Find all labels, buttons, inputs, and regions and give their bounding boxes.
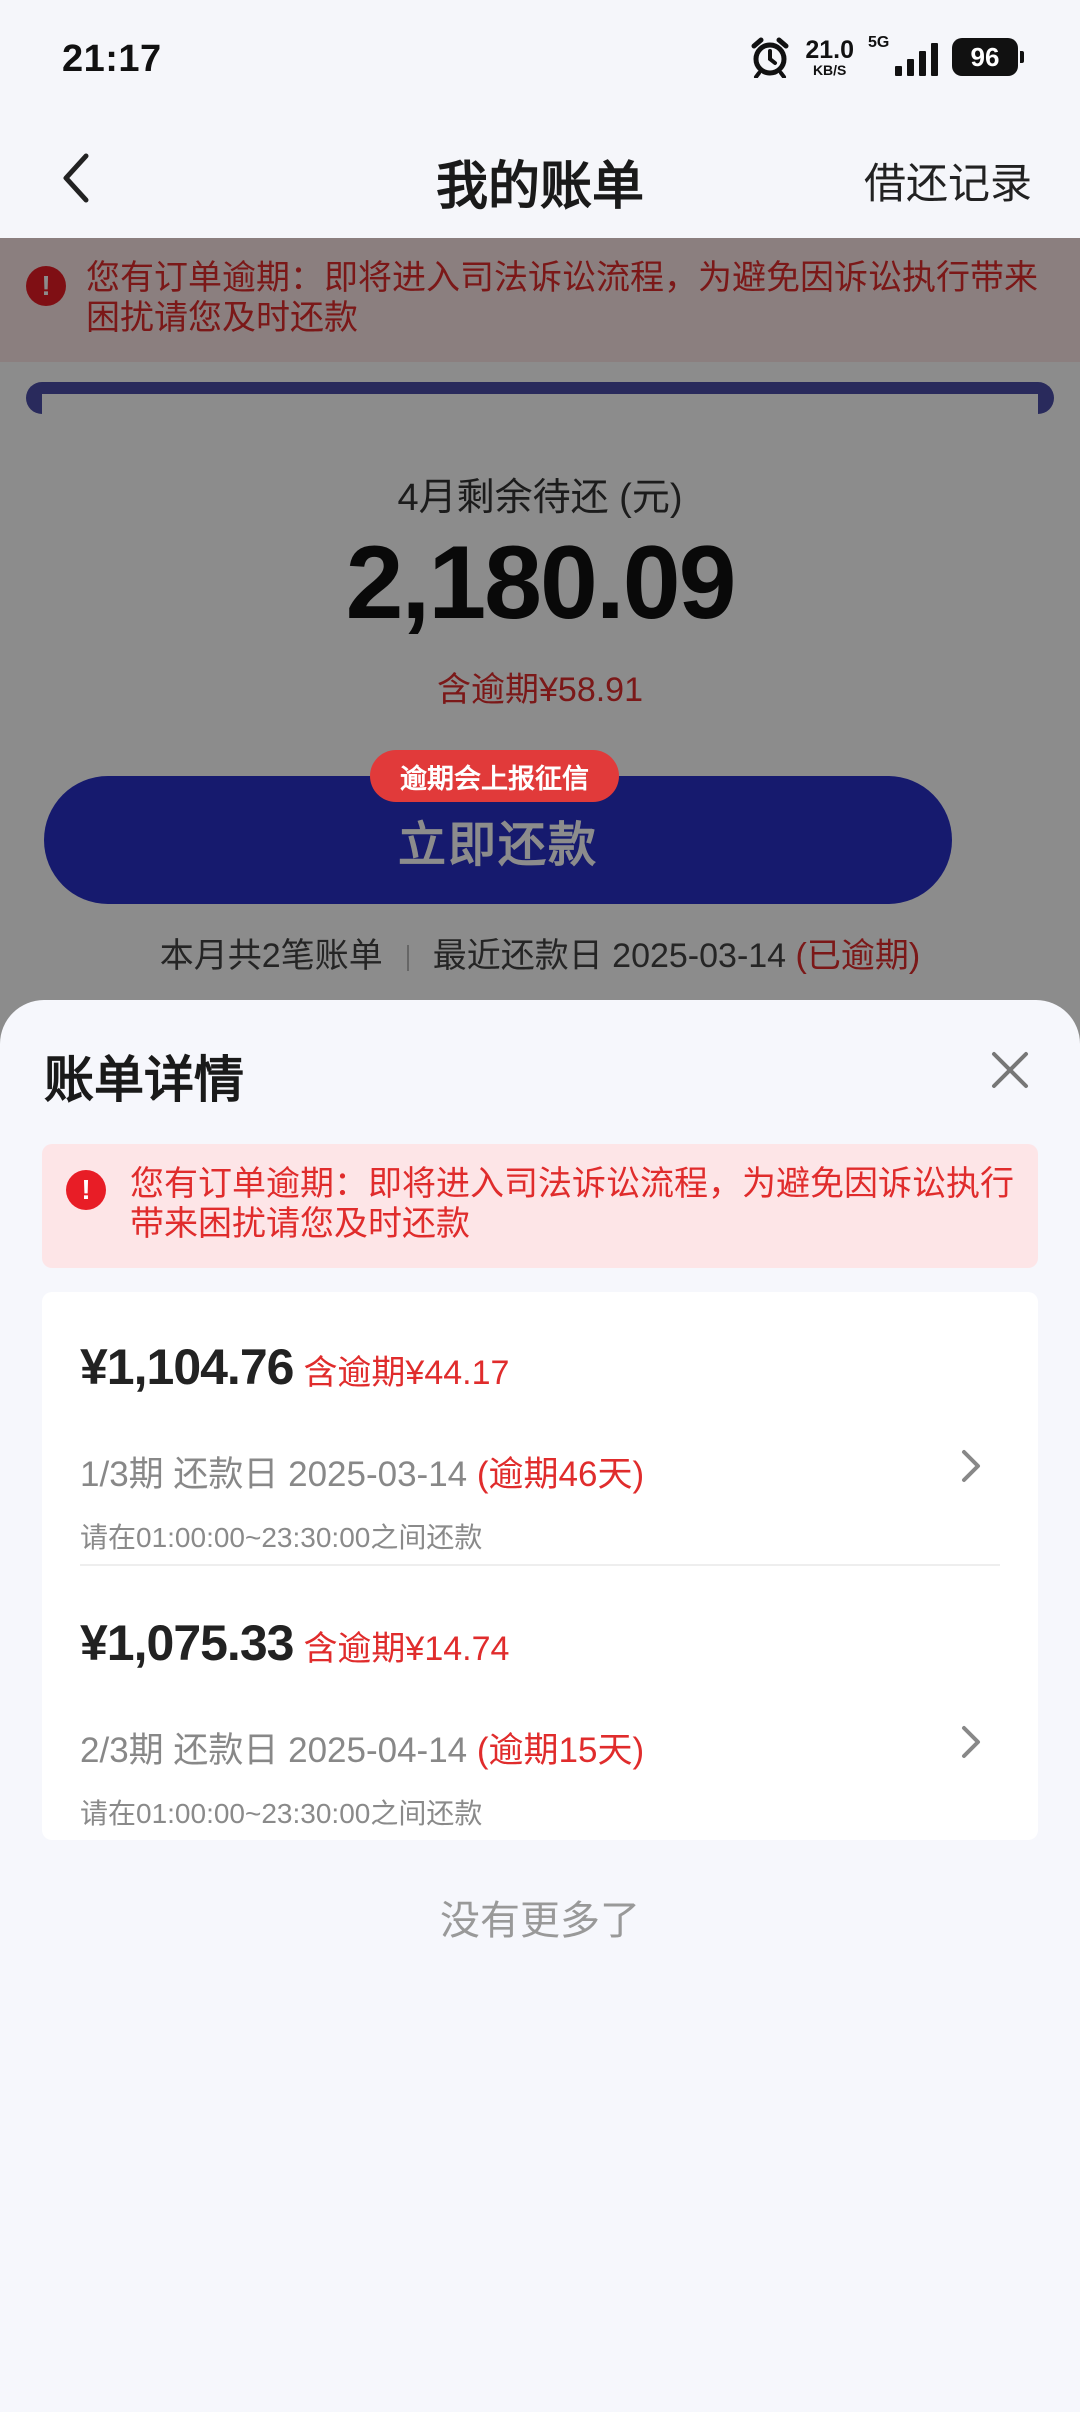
bill-repay-window: 请在01:00:00~23:30:00之间还款 <box>80 1522 483 1553</box>
warning-icon: ! <box>66 1170 106 1210</box>
bill-overdue-days: (逾期46天) <box>476 1455 645 1494</box>
bill-overdue-days: (逾期15天) <box>476 1731 645 1770</box>
bill-item[interactable]: ¥1,075.33 含逾期¥14.74 2/3期 还款日 2025-04-14 … <box>80 1614 1000 1864</box>
bill-detail-sheet: 账单详情 ! 您有订单逾期：即将进入司法诉讼流程，为避免因诉讼执行带来困扰请您及… <box>0 1000 1080 2412</box>
network-speed: 21.0 KB/S <box>805 35 854 78</box>
chevron-right-icon <box>962 1450 980 1482</box>
app-header: 我的账单 借还记录 <box>0 120 1080 238</box>
close-icon[interactable] <box>990 1050 1030 1090</box>
bill-repay-window: 请在01:00:00~23:30:00之间还款 <box>80 1798 483 1829</box>
bill-due-date: 1/3期 还款日 2025-03-14 <box>80 1455 468 1494</box>
alarm-icon <box>751 37 789 78</box>
bill-overdue-amount: 含逾期¥44.17 <box>303 1354 510 1392</box>
bill-due-date: 2/3期 还款日 2025-04-14 <box>80 1731 468 1770</box>
battery-level: 96 <box>970 41 1000 72</box>
bill-item[interactable]: ¥1,104.76 含逾期¥44.17 1/3期 还款日 2025-03-14 … <box>80 1338 1000 1588</box>
bill-amount: ¥1,104.76 <box>80 1339 294 1395</box>
sheet-overdue-warning: ! 您有订单逾期：即将进入司法诉讼流程，为避免因诉讼执行带来困扰请您及时还款 <box>42 1144 1038 1268</box>
bill-amount: ¥1,075.33 <box>80 1615 294 1671</box>
borrow-repay-history-link[interactable]: 借还记录 <box>864 150 1032 211</box>
sheet-warning-text: 您有订单逾期：即将进入司法诉讼流程，为避免因诉讼执行带来困扰请您及时还款 <box>130 1165 1014 1243</box>
network-speed-unit: KB/S <box>812 61 847 78</box>
list-end-text: 没有更多了 <box>440 1899 640 1943</box>
network-speed-value: 21.0 <box>805 35 854 64</box>
bill-due-info: 2/3期 还款日 2025-04-14 (逾期15天) <box>80 1722 644 1773</box>
status-icons: 21.0 KB/S 5G 96 <box>749 34 1024 78</box>
credit-report-tag: 逾期会上报征信 <box>370 750 619 802</box>
status-bar: 21:17 21.0 KB/S 5G 96 <box>0 0 1080 120</box>
signal-icon: 5G <box>868 34 938 78</box>
network-type: 5G <box>868 34 890 51</box>
list-divider <box>80 1564 1000 1566</box>
bill-due-info: 1/3期 还款日 2025-03-14 (逾期46天) <box>80 1446 644 1497</box>
status-time: 21:17 <box>62 38 162 80</box>
battery-icon: 96 <box>952 38 1024 76</box>
chevron-right-icon <box>962 1726 980 1758</box>
bill-list: ¥1,104.76 含逾期¥44.17 1/3期 还款日 2025-03-14 … <box>42 1292 1038 1840</box>
sheet-title: 账单详情 <box>44 1052 244 1108</box>
bill-overdue-amount: 含逾期¥14.74 <box>303 1630 510 1668</box>
